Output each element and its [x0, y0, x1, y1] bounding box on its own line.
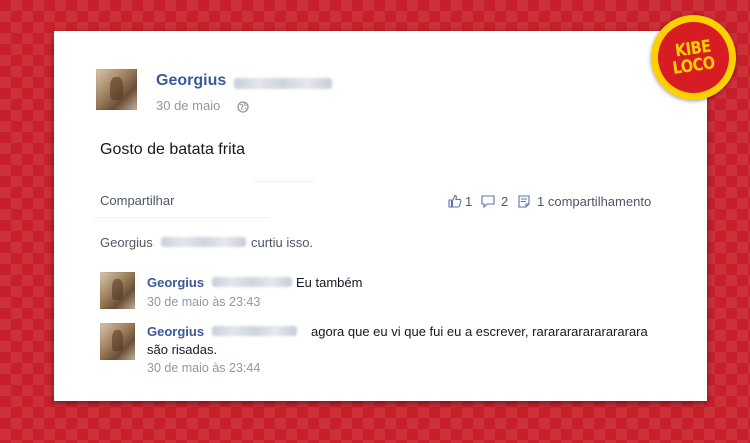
comment-avatar[interactable]: [100, 272, 135, 309]
facebook-post-card: Georgius 30 de maio Gosto de batata frit…: [54, 31, 707, 401]
author-avatar[interactable]: [96, 69, 137, 110]
comment-icon[interactable]: [481, 195, 495, 209]
liker-name[interactable]: Georgius: [100, 235, 153, 250]
comment-author[interactable]: Georgius: [147, 275, 204, 290]
comment-time[interactable]: 30 de maio às 23:43: [147, 295, 260, 309]
redacted-surname: [234, 78, 332, 89]
comment-author[interactable]: Georgius: [147, 324, 204, 339]
kibe-loco-logo: KIBE LOCO: [651, 15, 736, 100]
post-text: Gosto de batata frita: [100, 141, 245, 158]
comment-time[interactable]: 30 de maio às 23:44: [147, 361, 260, 375]
logo-text-line2: LOCO: [671, 52, 716, 79]
share-icon[interactable]: [518, 195, 530, 208]
divider: [254, 181, 314, 182]
comment-avatar[interactable]: [100, 323, 135, 360]
comment-count[interactable]: 2: [501, 194, 508, 209]
redacted-surname: [212, 277, 292, 287]
divider: [94, 217, 269, 218]
likes-suffix: curtiu isso.: [251, 235, 314, 250]
share-link[interactable]: Compartilhar: [100, 193, 174, 208]
comment-text-continued: são risadas.: [147, 342, 218, 357]
comment-text: agora que eu vi que fui eu a escrever, r…: [311, 324, 648, 339]
globe-icon[interactable]: [237, 100, 249, 113]
like-thumb-icon[interactable]: [448, 194, 462, 208]
post-author-name[interactable]: Georgius: [156, 72, 226, 90]
redacted-surname: [212, 326, 297, 336]
like-count[interactable]: 1: [465, 194, 472, 209]
redacted-surname: [161, 237, 246, 247]
comment-text: Eu também: [296, 275, 363, 290]
logo-inner: KIBE LOCO: [658, 22, 729, 93]
post-date[interactable]: 30 de maio: [156, 98, 220, 113]
share-count[interactable]: 1 compartilhamento: [537, 194, 651, 209]
